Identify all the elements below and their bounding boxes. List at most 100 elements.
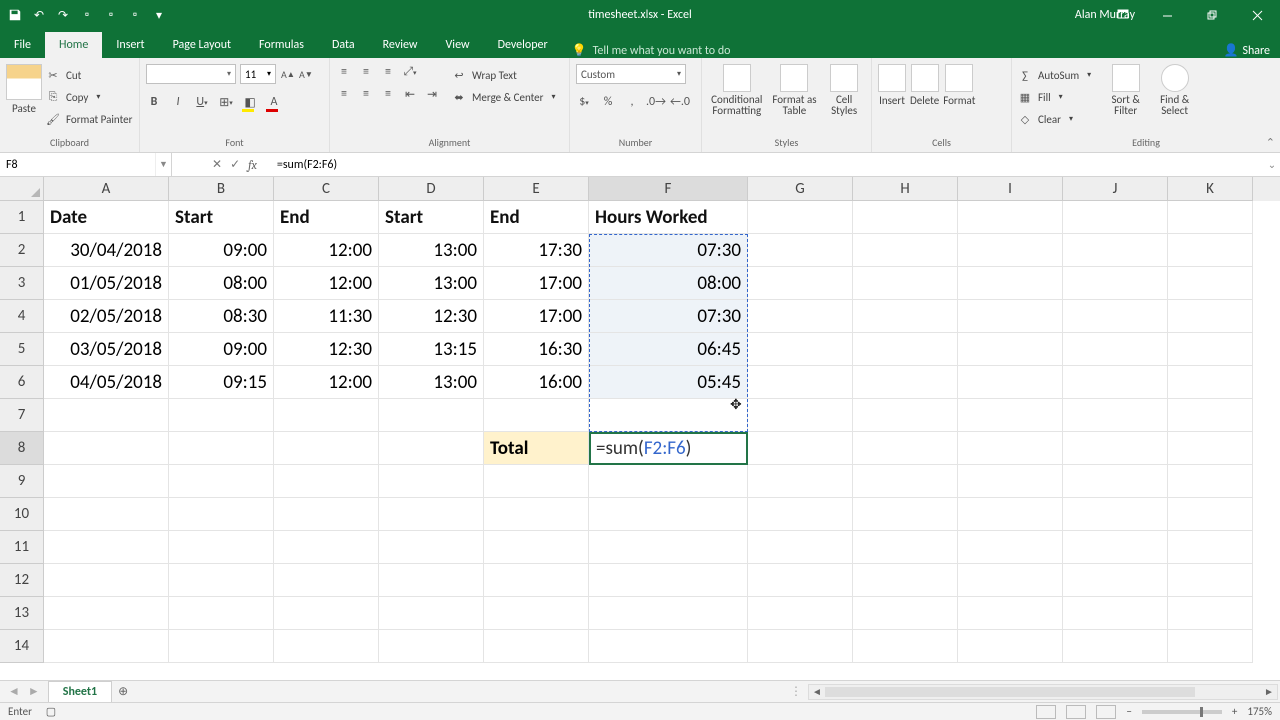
cell-B1[interactable]: Start: [169, 201, 274, 234]
tab-review[interactable]: Review: [369, 32, 432, 58]
font-size-select[interactable]: 11▾: [240, 64, 276, 84]
cell-B9[interactable]: [169, 465, 274, 498]
dec-decimal-icon[interactable]: ←.0: [672, 94, 688, 110]
cell-I12[interactable]: [958, 564, 1063, 597]
cell-E8[interactable]: Total: [484, 432, 589, 465]
cell-I8[interactable]: [958, 432, 1063, 465]
row-header-12[interactable]: 12: [0, 564, 44, 597]
col-header-K[interactable]: K: [1168, 177, 1253, 201]
name-box-input[interactable]: [0, 153, 155, 176]
row-header-1[interactable]: 1: [0, 201, 44, 234]
cell-D7[interactable]: [379, 399, 484, 432]
cell-G1[interactable]: [748, 201, 853, 234]
cell-D2[interactable]: 13:00: [379, 234, 484, 267]
cell-G14[interactable]: [748, 630, 853, 663]
cell-G13[interactable]: [748, 597, 853, 630]
cell-I14[interactable]: [958, 630, 1063, 663]
worksheet[interactable]: ABCDEFGHIJK 1234567891011121314 DateStar…: [0, 177, 1280, 677]
cell-J10[interactable]: [1063, 498, 1168, 531]
qat-more-icon[interactable]: ▾: [152, 8, 166, 23]
cell-K1[interactable]: [1168, 201, 1253, 234]
cell-A1[interactable]: Date: [44, 201, 169, 234]
add-sheet-button[interactable]: ⊕: [112, 683, 134, 700]
cell-J8[interactable]: [1063, 432, 1168, 465]
cell-J2[interactable]: [1063, 234, 1168, 267]
sheet-nav[interactable]: ◄►: [0, 684, 48, 699]
page-layout-view-icon[interactable]: [1066, 705, 1086, 719]
cell-I10[interactable]: [958, 498, 1063, 531]
cell-H11[interactable]: [853, 531, 958, 564]
cell-E7[interactable]: [484, 399, 589, 432]
cell-D3[interactable]: 13:00: [379, 267, 484, 300]
col-header-D[interactable]: D: [379, 177, 484, 201]
cell-A10[interactable]: [44, 498, 169, 531]
cell-K2[interactable]: [1168, 234, 1253, 267]
conditional-formatting-button[interactable]: Conditional Formatting: [708, 64, 766, 116]
tab-file[interactable]: File: [0, 32, 45, 58]
comma-icon[interactable]: ,: [624, 94, 640, 110]
cell-F14[interactable]: [589, 630, 748, 663]
col-header-C[interactable]: C: [274, 177, 379, 201]
cell-B8[interactable]: [169, 432, 274, 465]
cell-A13[interactable]: [44, 597, 169, 630]
name-box[interactable]: ▼: [0, 153, 172, 176]
fx-icon[interactable]: fx: [248, 158, 257, 172]
cell-D9[interactable]: [379, 465, 484, 498]
expand-formula-bar-icon[interactable]: ⌄: [1264, 153, 1280, 176]
cell-C9[interactable]: [274, 465, 379, 498]
row-header-7[interactable]: 7: [0, 399, 44, 432]
indent-inc-icon[interactable]: ⇥: [424, 86, 440, 102]
cell-F9[interactable]: [589, 465, 748, 498]
cell-D4[interactable]: 12:30: [379, 300, 484, 333]
tab-data[interactable]: Data: [318, 32, 369, 58]
cell-K3[interactable]: [1168, 267, 1253, 300]
minimize-icon[interactable]: [1145, 0, 1190, 30]
row-headers[interactable]: 1234567891011121314: [0, 201, 44, 663]
cell-J11[interactable]: [1063, 531, 1168, 564]
redo-icon[interactable]: ↷: [56, 8, 70, 23]
cell-G6[interactable]: [748, 366, 853, 399]
cell-E3[interactable]: 17:00: [484, 267, 589, 300]
cell-J1[interactable]: [1063, 201, 1168, 234]
cell-F5[interactable]: 06:45: [589, 333, 748, 366]
cell-C12[interactable]: [274, 564, 379, 597]
next-sheet-icon[interactable]: ►: [28, 684, 40, 699]
name-box-dropdown-icon[interactable]: ▼: [155, 153, 171, 176]
cell-B13[interactable]: [169, 597, 274, 630]
cell-J3[interactable]: [1063, 267, 1168, 300]
cell-K12[interactable]: [1168, 564, 1253, 597]
cell-E4[interactable]: 17:00: [484, 300, 589, 333]
percent-icon[interactable]: %: [600, 94, 616, 110]
cell-D14[interactable]: [379, 630, 484, 663]
tab-developer[interactable]: Developer: [484, 32, 562, 58]
col-header-B[interactable]: B: [169, 177, 274, 201]
row-header-5[interactable]: 5: [0, 333, 44, 366]
align-right-icon[interactable]: ≡: [380, 86, 396, 102]
save-icon[interactable]: [8, 8, 22, 22]
orientation-icon[interactable]: ⤢▾: [402, 64, 418, 80]
cell-F13[interactable]: [589, 597, 748, 630]
col-header-E[interactable]: E: [484, 177, 589, 201]
cut-button[interactable]: ✂Cut: [46, 64, 132, 86]
cell-E1[interactable]: End: [484, 201, 589, 234]
cell-H5[interactable]: [853, 333, 958, 366]
col-header-A[interactable]: A: [44, 177, 169, 201]
cell-A3[interactable]: 01/05/2018: [44, 267, 169, 300]
cell-K8[interactable]: [1168, 432, 1253, 465]
qat-icon-2[interactable]: ▫: [104, 8, 118, 22]
number-format-select[interactable]: Custom▾: [576, 64, 686, 84]
share-button[interactable]: 👤 Share: [1223, 43, 1270, 58]
tab-view[interactable]: View: [432, 32, 484, 58]
paste-button[interactable]: Paste: [6, 64, 42, 115]
cell-G10[interactable]: [748, 498, 853, 531]
cell-K9[interactable]: [1168, 465, 1253, 498]
tab-home[interactable]: Home: [45, 32, 102, 58]
zoom-slider[interactable]: [1142, 710, 1222, 714]
format-painter-button[interactable]: 🖌Format Painter: [46, 108, 132, 130]
insert-cells-button[interactable]: Insert: [878, 64, 906, 107]
cell-I6[interactable]: [958, 366, 1063, 399]
row-header-8[interactable]: 8: [0, 432, 44, 465]
align-left-icon[interactable]: ≡: [336, 86, 352, 102]
clear-button[interactable]: ◇Clear▾: [1018, 108, 1091, 130]
cell-F3[interactable]: 08:00: [589, 267, 748, 300]
